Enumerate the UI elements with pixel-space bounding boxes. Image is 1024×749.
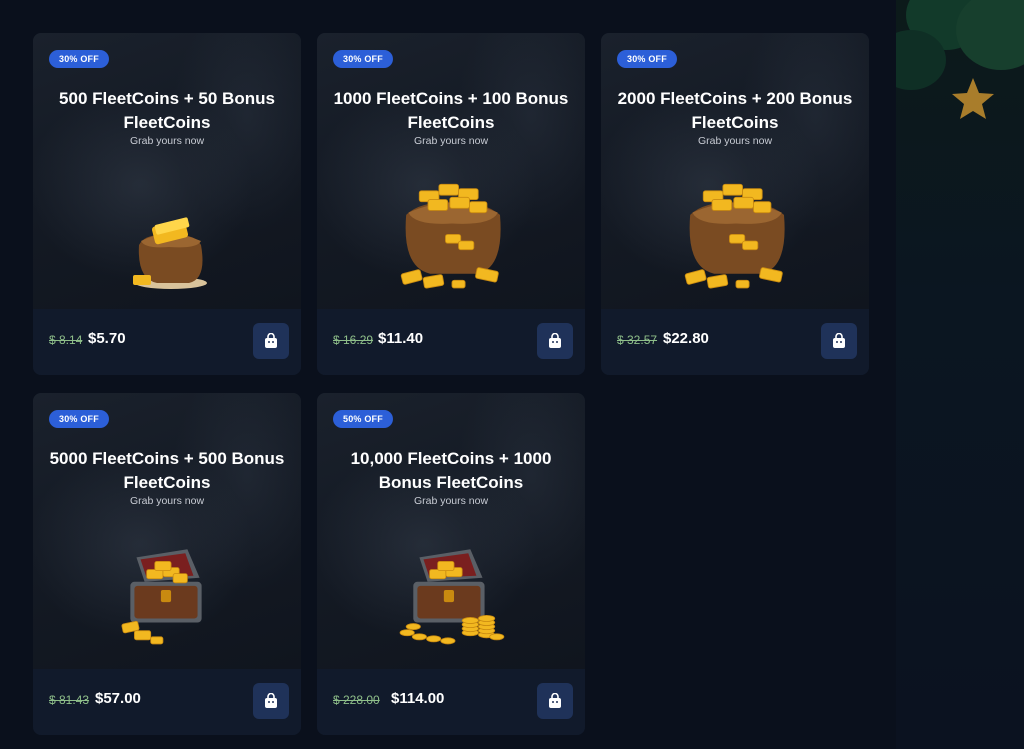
offer-subtitle: Grab yours now — [413, 495, 489, 507]
add-to-cart-button[interactable] — [537, 683, 573, 719]
offer-card: 50% OFF 10,000 FleetCoins + 1000 Bonus F… — [317, 393, 585, 735]
treasure-chest-icon — [121, 549, 202, 645]
discount-badge: 30% OFF — [49, 50, 109, 68]
sale-price: $11.40 — [378, 330, 424, 347]
sale-price: $114.00 — [391, 690, 445, 707]
offer-subtitle: Grab yours now — [129, 495, 205, 507]
sale-price: $22.80 — [663, 330, 709, 347]
shopping-bag-icon — [549, 693, 561, 708]
shopping-bag-icon — [833, 333, 845, 348]
shopping-bag-icon — [549, 333, 561, 348]
offer-subtitle: Grab yours now — [413, 135, 489, 147]
offer-card: 30% OFF 2000 FleetCoins + 200 Bonus Flee… — [601, 33, 869, 375]
star-icon — [952, 78, 994, 119]
card-footer: $ 32.57 $22.80 — [601, 309, 869, 375]
offer-title: 500 FleetCoins + 50 Bonus FleetCoins — [59, 89, 275, 132]
discount-badge: 30% OFF — [49, 410, 109, 428]
small-gold-bag-icon — [133, 217, 207, 289]
shopping-bag-icon — [265, 333, 277, 348]
discount-badge: 30% OFF — [617, 50, 677, 68]
offer-card: 30% OFF 500 FleetCoins + 50 Bonus FleetC… — [33, 33, 301, 375]
sale-price: $5.70 — [88, 330, 126, 347]
original-price: $ 8.14 — [49, 333, 83, 347]
discount-badge: 50% OFF — [333, 410, 393, 428]
shopping-bag-icon — [265, 693, 277, 708]
gold-sack-icon — [684, 183, 785, 289]
card-footer: $ 16.29 $11.40 — [317, 309, 585, 375]
offer-title: 1000 FleetCoins + 100 Bonus FleetCoins — [333, 89, 569, 132]
offer-title: 5000 FleetCoins + 500 Bonus FleetCoins — [49, 449, 285, 492]
offer-subtitle: Grab yours now — [697, 135, 773, 147]
offer-subtitle: Grab yours now — [129, 135, 205, 147]
add-to-cart-button[interactable] — [537, 323, 573, 359]
card-footer: $ 8.14 $5.70 — [33, 309, 301, 375]
offer-title: 10,000 FleetCoins + 1000 Bonus FleetCoin… — [350, 449, 552, 492]
original-price: $ 228.00 — [333, 693, 380, 707]
original-price: $ 81.43 — [49, 693, 90, 707]
add-to-cart-button[interactable] — [253, 323, 289, 359]
original-price: $ 16.29 — [333, 333, 374, 347]
add-to-cart-button[interactable] — [821, 323, 857, 359]
treasure-chest-coins-icon — [399, 549, 505, 645]
add-to-cart-button[interactable] — [253, 683, 289, 719]
sale-price: $57.00 — [95, 690, 141, 707]
original-price: $ 32.57 — [617, 333, 658, 347]
card-footer: $ 228.00 $114.00 — [317, 669, 585, 735]
discount-badge: 30% OFF — [333, 50, 393, 68]
gold-sack-icon — [400, 183, 501, 289]
offer-title: 2000 FleetCoins + 200 Bonus FleetCoins — [617, 89, 853, 132]
offer-card: 30% OFF 1000 FleetCoins + 100 Bonus Flee… — [317, 33, 585, 375]
card-footer: $ 81.43 $57.00 — [33, 669, 301, 735]
offer-card: 30% OFF 5000 FleetCoins + 500 Bonus Flee… — [33, 393, 301, 735]
